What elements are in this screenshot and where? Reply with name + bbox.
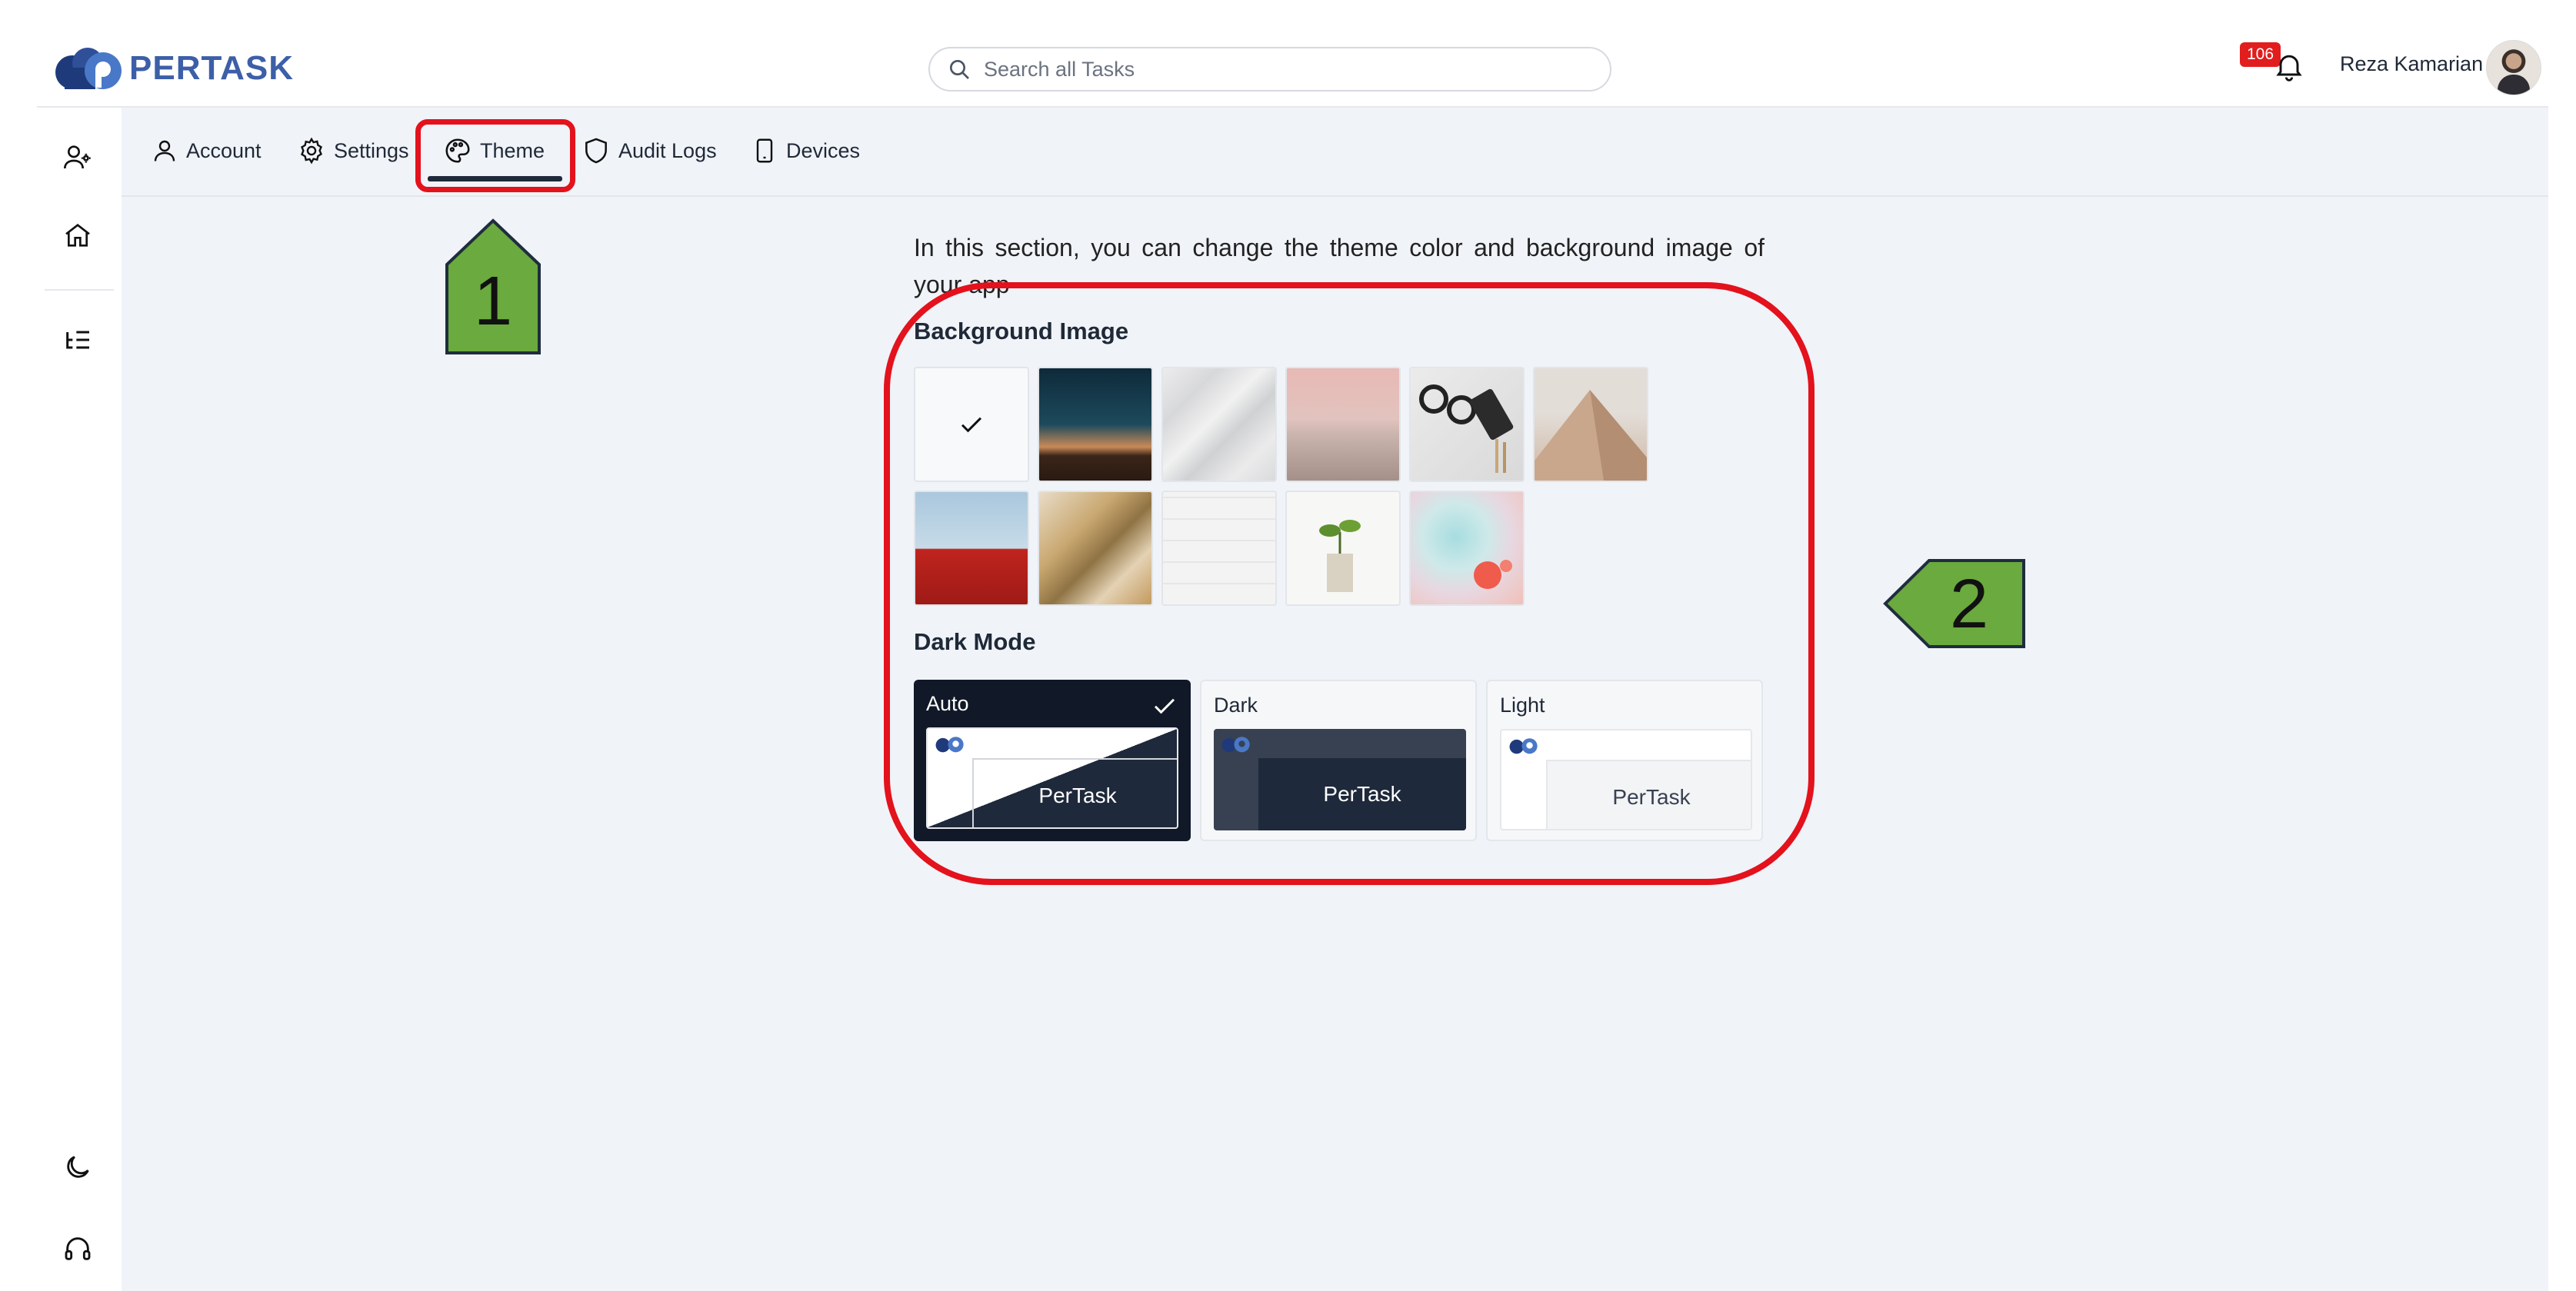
user-name[interactable]: Reza Kamarian: [2340, 52, 2483, 76]
sidebar-item-users[interactable]: [59, 138, 96, 175]
sidebar: [37, 108, 122, 1291]
tab-label: Account: [186, 138, 262, 162]
tab-label: Devices: [786, 138, 861, 162]
search-input[interactable]: [982, 56, 1585, 82]
callout-number-1: 1: [474, 263, 512, 340]
home-icon: [65, 223, 90, 247]
gear-icon: [301, 137, 322, 165]
sidebar-divider: [45, 289, 114, 291]
notifications-button[interactable]: [2272, 49, 2306, 87]
app-logo[interactable]: PERTASK: [54, 43, 294, 94]
user-icon: [154, 140, 175, 161]
tab-devices[interactable]: Devices: [751, 132, 860, 169]
tab-label: Settings: [334, 138, 409, 162]
search-box[interactable]: [928, 47, 1611, 92]
tab-audit-logs[interactable]: Audit Logs: [582, 132, 717, 169]
dark-mode-toggle[interactable]: [59, 1149, 96, 1186]
add-user-icon: [64, 145, 91, 169]
highlight-theme-tab: [415, 119, 575, 192]
tab-account[interactable]: Account: [151, 132, 262, 169]
avatar[interactable]: [2486, 40, 2541, 95]
callout-number-2: 2: [1950, 566, 1988, 643]
sidebar-item-tasks[interactable]: [59, 321, 96, 358]
highlight-theme-section: [884, 282, 1815, 885]
tab-settings[interactable]: Settings: [297, 132, 409, 169]
phone-icon: [756, 138, 773, 163]
callout-arrow-2: 2: [1883, 559, 2025, 648]
headset-icon: [65, 1237, 91, 1260]
moon-icon: [67, 1156, 89, 1178]
sidebar-item-home[interactable]: [59, 217, 96, 254]
shield-icon: [585, 138, 607, 164]
callout-arrow-1: 1: [445, 218, 541, 354]
tab-label: Audit Logs: [618, 138, 717, 162]
cloud-logo-icon: [55, 48, 122, 89]
search-icon: [950, 60, 969, 79]
support-button[interactable]: [59, 1230, 96, 1267]
task-list-icon: [66, 331, 89, 349]
bell-icon: [2276, 55, 2302, 82]
logo-text: PERTASK: [129, 49, 294, 87]
tabs-divider: [122, 195, 2548, 197]
